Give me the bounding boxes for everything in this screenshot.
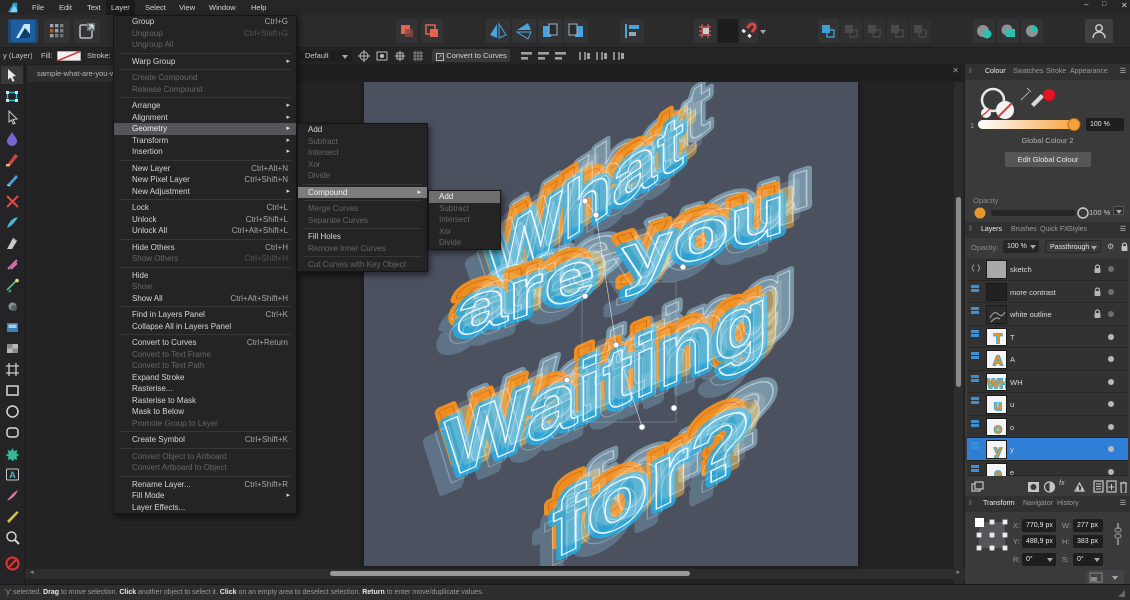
svg-text:u: u — [994, 398, 1002, 413]
svg-text:T: T — [994, 331, 1002, 346]
svg-text:A: A — [9, 470, 16, 480]
svg-text:o: o — [994, 421, 1002, 436]
svg-text:y: y — [994, 443, 1002, 458]
svg-text:A: A — [993, 353, 1003, 368]
svg-text:WH: WH — [987, 376, 1007, 391]
